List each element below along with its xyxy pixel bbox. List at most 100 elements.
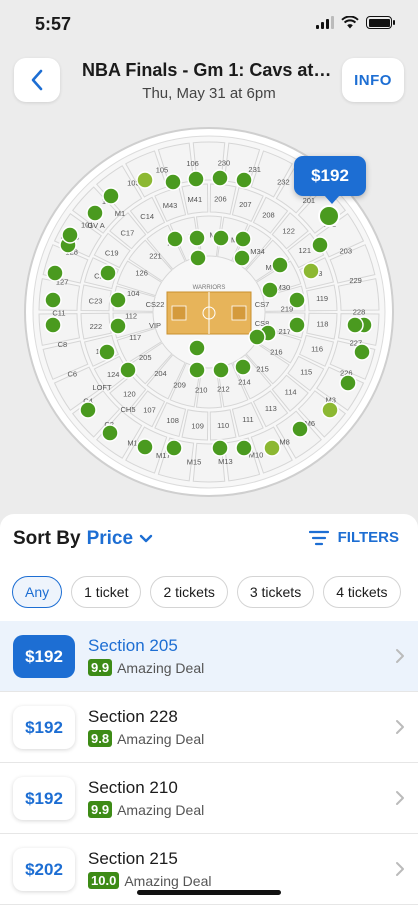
selected-price-pin[interactable]: $192 bbox=[294, 156, 366, 204]
listing-dot[interactable] bbox=[109, 317, 127, 335]
section-number: 111 bbox=[242, 415, 253, 424]
listing-dot[interactable] bbox=[79, 401, 97, 419]
listing-dot[interactable] bbox=[119, 361, 137, 379]
listing-dot[interactable] bbox=[189, 249, 207, 267]
battery-icon bbox=[366, 16, 395, 29]
deal-score-badge: 9.9 bbox=[88, 801, 113, 818]
section-number: 109 bbox=[191, 421, 204, 430]
filters-label: FILTERS bbox=[337, 529, 399, 546]
listing-dot[interactable] bbox=[102, 187, 120, 205]
listing-dot[interactable] bbox=[346, 316, 364, 334]
area-label: CS22 bbox=[146, 300, 165, 309]
selected-section-dot[interactable] bbox=[318, 205, 340, 227]
listing-dot[interactable] bbox=[98, 343, 116, 361]
listing-dot[interactable] bbox=[321, 401, 339, 419]
chip-3-tickets[interactable]: 3 tickets bbox=[236, 576, 315, 608]
listing-dot[interactable] bbox=[302, 262, 320, 280]
chip-any[interactable]: Any bbox=[12, 576, 63, 608]
section-number: 231 bbox=[248, 165, 261, 174]
area-label: LOFT bbox=[92, 383, 112, 392]
listing-dot[interactable] bbox=[235, 171, 253, 189]
listing-dot[interactable] bbox=[188, 229, 206, 247]
back-button[interactable] bbox=[14, 58, 60, 102]
listing-dot[interactable] bbox=[188, 339, 206, 357]
listing-section: Section 215 bbox=[88, 849, 178, 868]
section-number: 210 bbox=[195, 386, 208, 395]
listing-row[interactable]: $192 Section 205 9.9 Amazing Deal bbox=[0, 621, 418, 692]
listing-dot[interactable] bbox=[164, 173, 182, 191]
listing-dot[interactable] bbox=[212, 361, 230, 379]
listing-dot[interactable] bbox=[271, 256, 289, 274]
listing-dot[interactable] bbox=[211, 439, 229, 457]
listing-dot[interactable] bbox=[61, 226, 79, 244]
info-button[interactable]: INFO bbox=[342, 58, 404, 102]
listing-section: Section 205 bbox=[88, 636, 178, 655]
deal-score-badge: 9.8 bbox=[88, 730, 113, 747]
section-number: C8 bbox=[58, 340, 68, 349]
chip-2-tickets[interactable]: 2 tickets bbox=[150, 576, 228, 608]
listing-dot[interactable] bbox=[46, 264, 64, 282]
listing-dot[interactable] bbox=[263, 439, 281, 457]
chip-4-tickets[interactable]: 4 tickets bbox=[323, 576, 401, 608]
section-number: 114 bbox=[285, 388, 297, 397]
listing-dot[interactable] bbox=[136, 171, 154, 189]
listing-dot[interactable] bbox=[311, 236, 329, 254]
home-indicator bbox=[137, 890, 281, 895]
listing-dot[interactable] bbox=[99, 264, 117, 282]
listing-dot[interactable] bbox=[234, 358, 252, 376]
listing-row[interactable]: $192 Section 228 9.8 Amazing Deal bbox=[0, 692, 418, 763]
listing-dot[interactable] bbox=[212, 229, 230, 247]
section-number: 207 bbox=[239, 200, 252, 209]
listing-dot[interactable] bbox=[187, 170, 205, 188]
court: WARRIORS bbox=[166, 285, 252, 335]
section-number: C11 bbox=[52, 309, 65, 318]
event-date: Thu, May 31 at 6pm bbox=[142, 85, 276, 102]
ticket-quantity-chips: Any 1 ticket 2 tickets 3 tickets 4 ticke… bbox=[12, 576, 401, 608]
section-number: 106 bbox=[186, 159, 199, 168]
section-number: 204 bbox=[154, 369, 167, 378]
listing-dot[interactable] bbox=[261, 281, 279, 299]
listing-dot[interactable] bbox=[353, 343, 371, 361]
listing-row[interactable]: $192 Section 210 9.9 Amazing Deal bbox=[0, 763, 418, 834]
sort-dropdown[interactable]: Sort By Price bbox=[13, 528, 153, 550]
listing-dot[interactable] bbox=[288, 291, 306, 309]
listing-dot[interactable] bbox=[136, 438, 154, 456]
listing-dot[interactable] bbox=[211, 169, 229, 187]
listing-dot[interactable] bbox=[165, 439, 183, 457]
listing-dot[interactable] bbox=[248, 328, 266, 346]
listing-dot[interactable] bbox=[166, 230, 184, 248]
area-label: CS7 bbox=[255, 300, 270, 309]
listing-dot[interactable] bbox=[234, 230, 252, 248]
listing-dot[interactable] bbox=[291, 420, 309, 438]
listing-dot[interactable] bbox=[101, 424, 119, 442]
listing-dot[interactable] bbox=[339, 374, 357, 392]
section-number: M8 bbox=[279, 438, 289, 447]
filter-lines-icon bbox=[308, 530, 329, 545]
section-number: C17 bbox=[121, 228, 135, 237]
chip-1-ticket[interactable]: 1 ticket bbox=[71, 576, 142, 608]
listing-dot[interactable] bbox=[233, 249, 251, 267]
section-number: 104 bbox=[127, 289, 140, 298]
listing-dot[interactable] bbox=[86, 204, 104, 222]
listing-dot[interactable] bbox=[44, 316, 62, 334]
section-number: 208 bbox=[262, 211, 275, 220]
listing-dot[interactable] bbox=[109, 291, 127, 309]
listing-dot[interactable] bbox=[188, 361, 206, 379]
listing-dot[interactable] bbox=[288, 316, 306, 334]
section-number: 119 bbox=[316, 294, 328, 303]
listings-sheet: Sort By Price FILTERS Any 1 ticket 2 tic… bbox=[0, 514, 418, 905]
listing-dot[interactable] bbox=[235, 439, 253, 457]
listing-price: $202 bbox=[13, 848, 75, 891]
section-number: C14 bbox=[140, 212, 154, 221]
status-icons bbox=[316, 16, 395, 29]
deal-label: Amazing Deal bbox=[117, 801, 205, 818]
listing-dot[interactable] bbox=[44, 291, 62, 309]
section-number: 118 bbox=[316, 319, 328, 328]
status-bar: 5:57 bbox=[0, 0, 418, 48]
sort-value: Price bbox=[86, 528, 134, 549]
filters-button[interactable]: FILTERS bbox=[308, 529, 399, 546]
section-number: 230 bbox=[218, 159, 231, 168]
listing-price: $192 bbox=[13, 706, 75, 749]
area-label: CH5 bbox=[120, 405, 135, 414]
area-label: M1 bbox=[115, 209, 125, 218]
